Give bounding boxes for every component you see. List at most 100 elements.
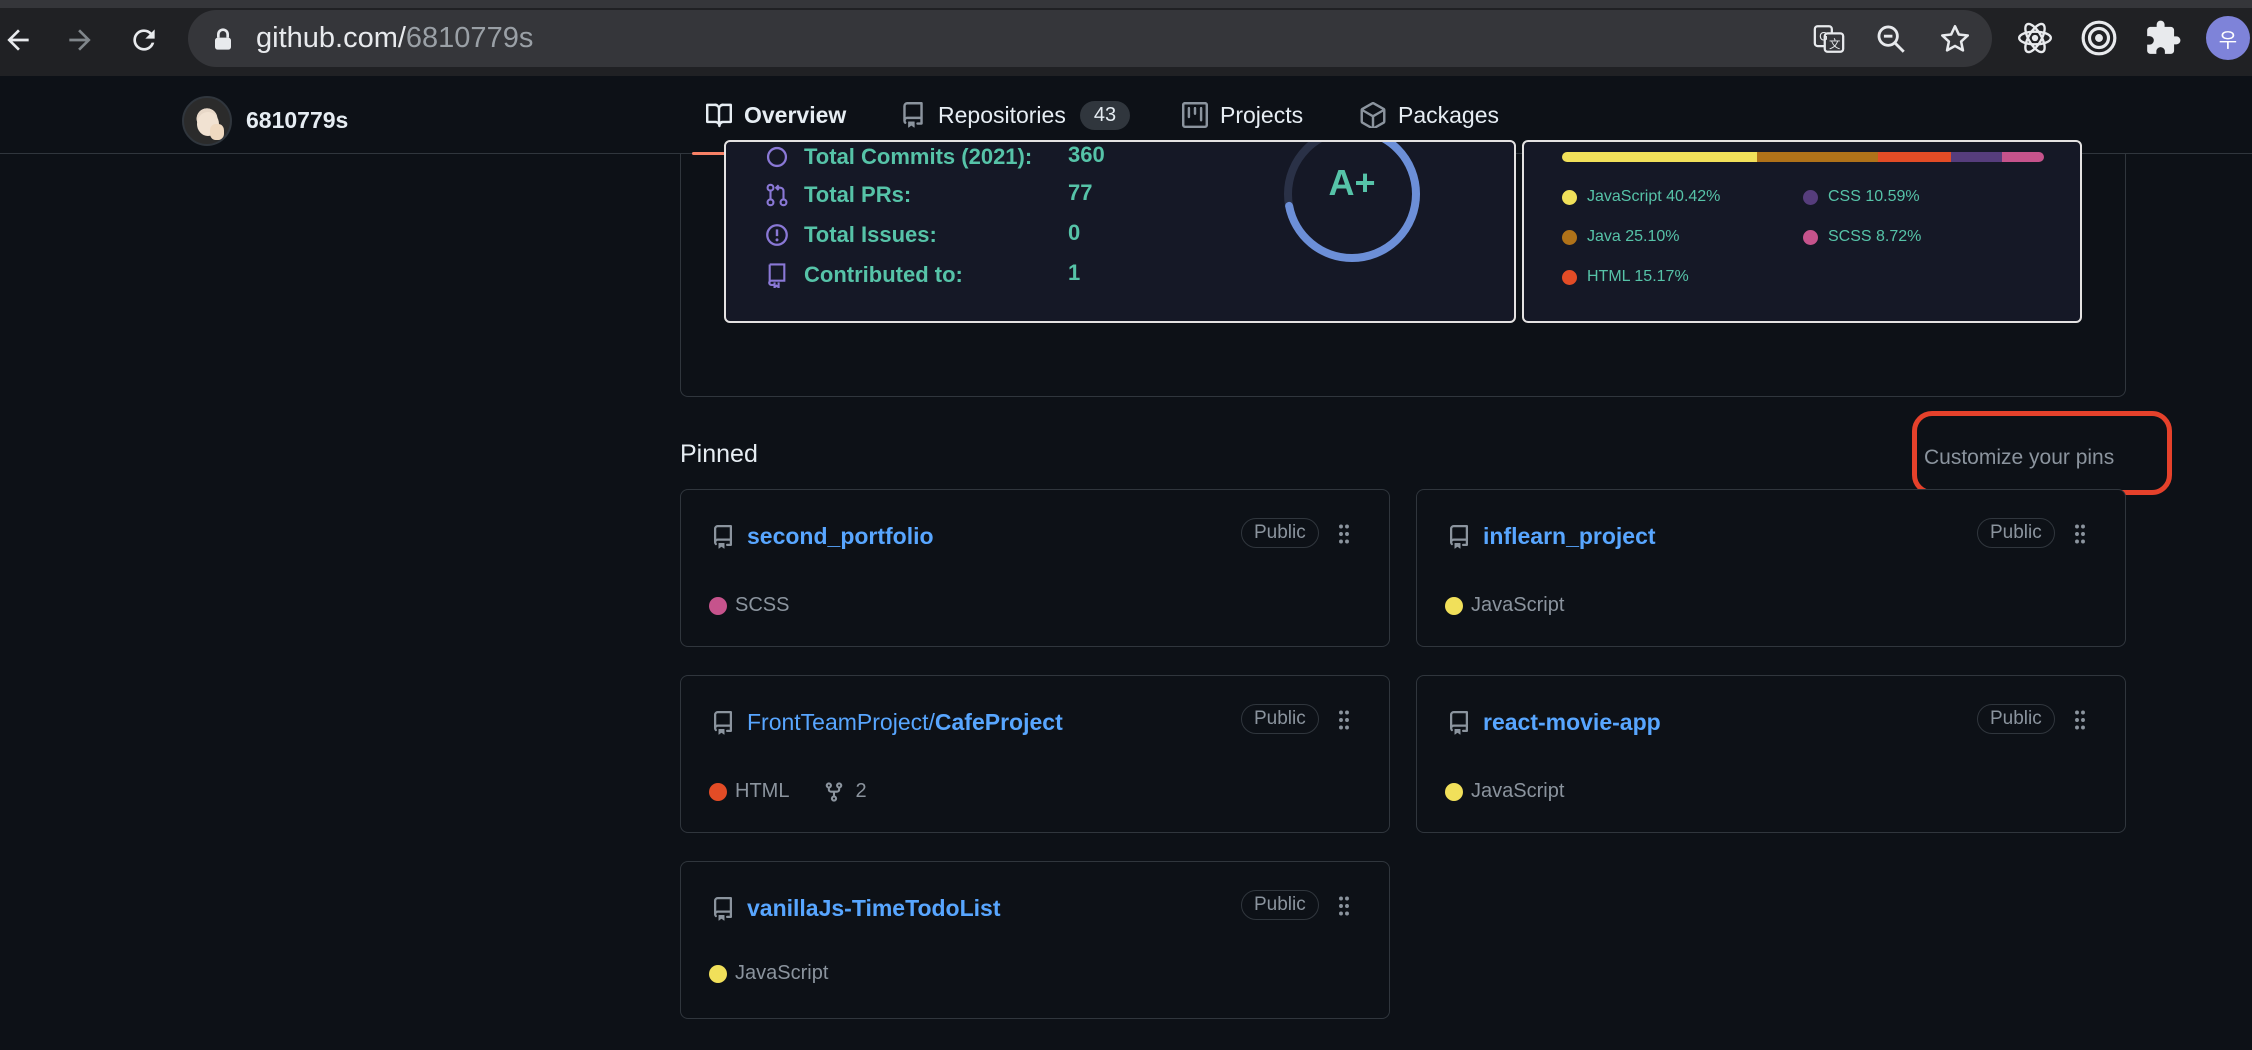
language-color-dot [1562, 229, 1577, 245]
visibility-badge: Public [1241, 890, 1319, 920]
language-color-dot [1803, 229, 1818, 245]
tab-projects-label: Projects [1220, 101, 1304, 128]
extensions-puzzle-icon[interactable] [2144, 19, 2182, 57]
repo-icon [1450, 711, 1468, 735]
repo-name: second_portfolio [747, 523, 934, 549]
issue-icon [766, 224, 788, 246]
stats-value: 77 [1068, 180, 1093, 205]
language-color-dot [1562, 189, 1577, 205]
language-label: JavaScript 40.42% [1587, 188, 1721, 205]
project-icon [1182, 102, 1208, 128]
language-bar-segment [1562, 152, 1757, 162]
pinned-repo-card: vanillaJs-TimeTodoList Public JavaScript [680, 861, 1390, 1019]
stats-row-contributed: Contributed to: [764, 260, 963, 290]
package-icon [1360, 102, 1386, 128]
tab-repositories-label: Repositories [938, 101, 1066, 128]
repositories-count-badge: 43 [1079, 100, 1131, 130]
stats-row-issues: Total Issues: [764, 220, 937, 250]
language-color-dot [1803, 189, 1818, 205]
stats-label: Total Issues: [804, 222, 937, 247]
react-devtools-icon[interactable] [2016, 19, 2054, 57]
drag-handle-icon[interactable] [1335, 894, 1353, 918]
drag-handle-icon[interactable] [2071, 522, 2089, 546]
repo-link[interactable]: vanillaJs-TimeTodoList [747, 895, 1000, 922]
commit-icon [766, 146, 788, 168]
language-item: SCSS 8.72% [1803, 228, 1921, 246]
language-bar-segment [2001, 152, 2044, 162]
language-item: HTML 15.17% [1562, 268, 1689, 286]
language-color-dot [1445, 782, 1463, 801]
repo-language: JavaScript [735, 962, 829, 984]
pinned-repo-card: react-movie-app Public JavaScript [1416, 675, 2126, 833]
repo-meta: SCSS [709, 594, 789, 617]
stats-value: 1 [1068, 260, 1081, 285]
svg-text:G: G [1819, 29, 1828, 43]
language-color-dot [1445, 596, 1463, 615]
lock-icon [215, 28, 231, 50]
profile-avatar-button[interactable]: 우 [2206, 16, 2250, 60]
translate-icon[interactable]: G文 [1812, 22, 1846, 56]
back-button[interactable] [0, 18, 40, 62]
language-color-dot [709, 964, 727, 983]
username[interactable]: 6810779s [246, 107, 348, 134]
pull-request-icon [766, 183, 788, 207]
repo-link[interactable]: second_portfolio [747, 523, 934, 550]
reload-icon [133, 29, 155, 51]
repo-name: vanillaJs-TimeTodoList [747, 895, 1001, 921]
repo-language: SCSS [735, 594, 790, 616]
address-bar[interactable]: github.com/6810779s G文 [188, 10, 1992, 67]
language-bar-segment [1877, 152, 1951, 162]
language-item: Java 25.10% [1562, 228, 1680, 246]
repo-icon [714, 525, 732, 549]
visibility-badge: Public [1977, 704, 2055, 734]
tab-overview-label: Overview [744, 101, 847, 128]
forward-button[interactable] [58, 18, 102, 62]
repo-meta: JavaScript [1445, 594, 1564, 617]
repo-icon [714, 897, 732, 921]
repo-language: HTML [735, 780, 790, 802]
language-item: CSS 10.59% [1803, 188, 1920, 206]
language-bar-segment [1756, 152, 1878, 162]
arrow-right-icon [69, 29, 91, 51]
pinned-repo-card: FrontTeamProject/CafeProject Public HTML… [680, 675, 1390, 833]
zoom-out-icon[interactable] [1874, 22, 1908, 56]
language-bar-segment [1950, 152, 2002, 162]
repo-icon [714, 711, 732, 735]
url-path: 6810779s [405, 22, 534, 54]
avatar[interactable] [182, 96, 232, 146]
tab-strip-edge [0, 0, 2252, 8]
url-host: github.com/ [256, 22, 406, 54]
drag-handle-icon[interactable] [1335, 522, 1353, 546]
repo-link[interactable]: FrontTeamProject/CafeProject [747, 709, 1063, 736]
pinned-repo-card: inflearn_project Public JavaScript [1416, 489, 2126, 647]
browser-toolbar: github.com/6810779s G文 우 [0, 0, 2252, 76]
repo-name: react-movie-app [1483, 709, 1661, 735]
stats-row-commits: Total Commits (2021): [764, 142, 1032, 172]
book-icon [706, 103, 732, 128]
forks-link[interactable]: 2 [823, 780, 867, 803]
stats-value: 360 [1068, 142, 1105, 167]
repo-contrib-icon [768, 263, 786, 288]
language-label: SCSS 8.72% [1828, 228, 1922, 245]
pinned-heading: Pinned [680, 440, 758, 468]
drag-handle-icon[interactable] [1335, 708, 1353, 732]
language-label: Java 25.10% [1587, 228, 1680, 245]
top-languages-card: JavaScript 40.42% Java 25.10% HTML 15.17… [1522, 140, 2082, 323]
repo-language: JavaScript [1471, 594, 1565, 616]
repo-owner: FrontTeamProject/ [747, 709, 935, 735]
target-extension-icon[interactable] [2080, 19, 2118, 57]
bookmark-star-icon[interactable] [1938, 22, 1972, 56]
repo-link[interactable]: inflearn_project [1483, 523, 1656, 550]
visibility-badge: Public [1241, 518, 1319, 548]
reload-button[interactable] [122, 18, 166, 62]
repo-link[interactable]: react-movie-app [1483, 709, 1661, 736]
rank-grade: A+ [1328, 162, 1376, 203]
repo-meta: JavaScript [1445, 780, 1564, 803]
stats-label: Contributed to: [804, 262, 963, 287]
drag-handle-icon[interactable] [2071, 708, 2089, 732]
languages-progress-bar [1562, 152, 2044, 162]
highlight-annotation [1912, 411, 2172, 495]
repo-name: inflearn_project [1483, 523, 1656, 549]
pinned-repo-card: second_portfolio Public SCSS [680, 489, 1390, 647]
repo-meta: JavaScript [709, 962, 828, 985]
